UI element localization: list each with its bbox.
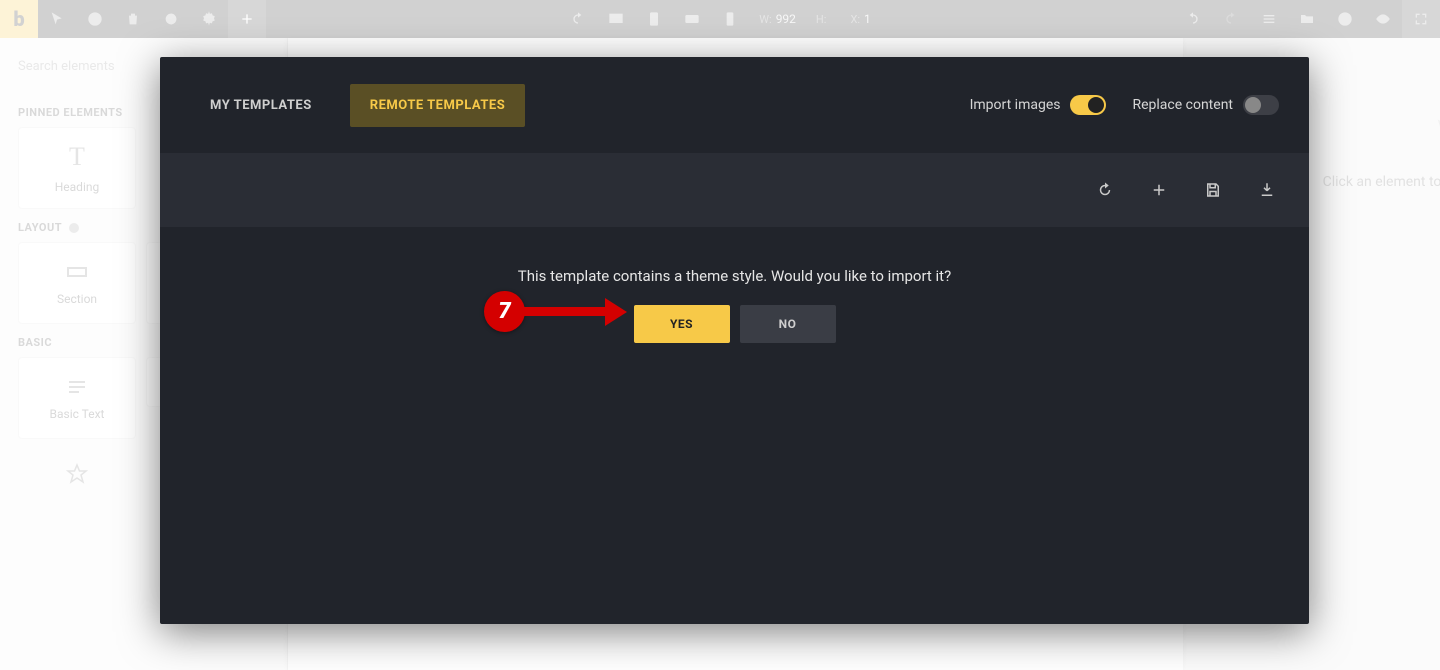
option-import-images: Import images (970, 95, 1107, 115)
no-button[interactable]: NO (740, 305, 836, 343)
modal-body: This template contains a theme style. Wo… (160, 227, 1309, 624)
tab-my-templates[interactable]: MY TEMPLATES (190, 84, 332, 127)
refresh-icon[interactable] (1093, 178, 1117, 202)
modal-toolbar (160, 153, 1309, 227)
modal-header: MY TEMPLATES REMOTE TEMPLATES Import ima… (160, 57, 1309, 153)
save-icon[interactable] (1201, 178, 1225, 202)
import-prompt: This template contains a theme style. Wo… (518, 267, 951, 285)
option-replace-content: Replace content (1132, 95, 1279, 115)
add-icon[interactable] (1147, 178, 1171, 202)
yes-button[interactable]: YES (634, 305, 730, 343)
download-icon[interactable] (1255, 178, 1279, 202)
templates-modal: MY TEMPLATES REMOTE TEMPLATES Import ima… (160, 57, 1309, 624)
toggle-import-images[interactable] (1070, 95, 1106, 115)
toggle-replace-content[interactable] (1243, 95, 1279, 115)
tab-remote-templates[interactable]: REMOTE TEMPLATES (350, 84, 525, 127)
